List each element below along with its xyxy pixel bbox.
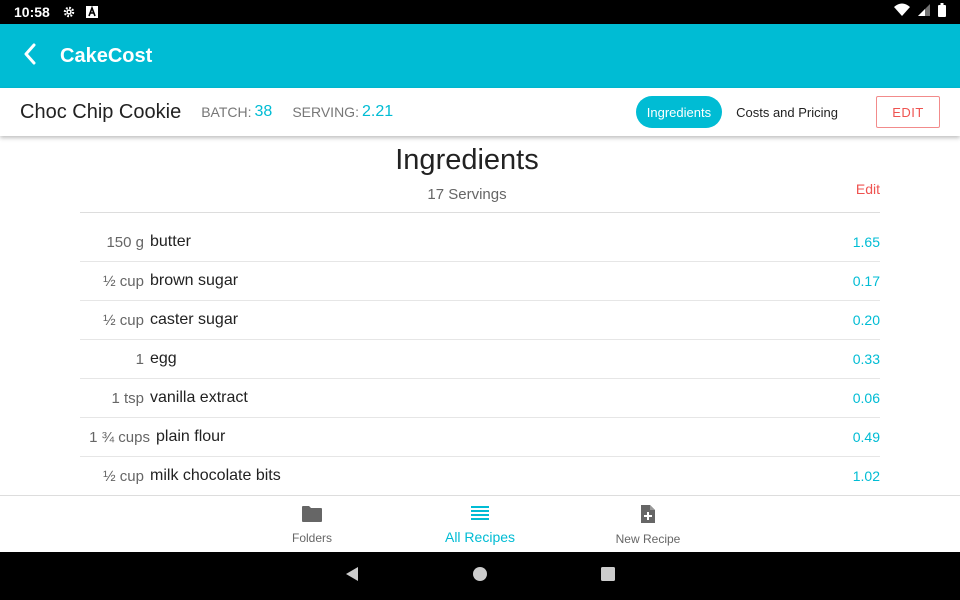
ingredient-cost: 0.20 [852,312,880,328]
back-button[interactable] [0,24,60,88]
battery-icon [938,2,946,22]
servings-count: 17 Servings [427,186,507,203]
folder-icon [301,505,323,528]
recipe-name: Choc Chip Cookie [20,100,182,123]
ingredient-quantity: 150 g [106,233,144,251]
batch-value: 38 [254,103,273,120]
serving-value: 2.21 [361,103,394,120]
ingredient-row[interactable]: ½ cup brown sugar 0.17 [80,262,880,301]
ingredients-panel[interactable]: Ingredients 17 Servings Edit 150 g butte… [0,136,960,495]
ingredient-quantity: ½ cup [103,272,144,290]
signal-icon [918,3,930,21]
ingredient-cost: 1.65 [852,234,880,250]
app-title: CakeCost [60,44,153,67]
edit-ingredients-link[interactable]: Edit [856,181,880,197]
chevron-left-icon [23,43,37,70]
ingredient-quantity: 1 [135,350,144,368]
status-time: 10:58 [14,4,50,20]
ingredient-row[interactable]: 1 tsp vanilla extract 0.06 [80,379,880,418]
ingredient-name: butter [150,233,191,250]
ingredient-quantity: 1 tsp [111,389,144,407]
system-home-button[interactable] [468,564,492,588]
square-recents-icon [600,566,616,587]
system-navigation-bar [0,552,960,600]
font-a-icon [85,6,98,18]
nav-new-recipe[interactable]: New Recipe [588,496,708,553]
settings-gear-icon [62,5,76,19]
system-recents-button[interactable] [596,564,620,588]
list-icon [471,505,489,526]
ingredient-cost: 0.06 [852,390,880,406]
ingredient-cost: 1.02 [852,468,880,484]
nav-folders[interactable]: Folders [252,496,372,553]
ingredient-quantity: ½ cup [103,467,144,485]
ingredient-row[interactable]: 1 ¾ cups plain flour 0.49 [80,418,880,457]
tab-ingredients[interactable]: Ingredients [635,96,723,128]
app-bar: CakeCost [0,24,960,88]
nav-label: All Recipes [444,528,516,545]
ingredient-quantity: 1 ¾ cups [89,428,150,446]
bottom-navigation: Folders All Recipes New Recipe [0,495,960,552]
batch-label: BATCH: [201,104,252,120]
circle-home-icon [472,566,488,587]
status-bar: 10:58 [0,0,960,24]
ingredient-quantity: ½ cup [103,311,144,329]
ingredient-row[interactable]: 1 egg 0.33 [80,340,880,379]
ingredient-name: caster sugar [150,311,239,328]
ingredient-list: 150 g butter 1.65 ½ cup brown sugar 0.17… [80,223,880,495]
ingredient-row[interactable]: ½ cup caster sugar 0.20 [80,301,880,340]
ingredient-cost: 0.17 [852,273,880,289]
system-back-button[interactable] [340,564,364,588]
ingredients-title: Ingredients [395,144,539,176]
ingredient-cost: 0.33 [852,351,880,367]
new-document-icon [640,504,656,529]
ingredient-name: plain flour [156,428,226,445]
ingredient-name: egg [150,350,177,367]
triangle-back-icon [344,566,360,587]
ingredient-name: milk chocolate bits [150,467,281,484]
divider [80,212,880,213]
tab-costs-and-pricing[interactable]: Costs and Pricing [722,96,852,128]
ingredient-name: brown sugar [150,272,239,289]
recipe-header: Choc Chip Cookie BATCH: 38 SERVING: 2.21… [0,88,960,136]
ingredient-name: vanilla extract [150,389,248,406]
ingredient-row[interactable]: 150 g butter 1.65 [80,223,880,262]
wifi-icon [894,3,910,21]
ingredient-row[interactable]: ½ cup milk chocolate bits 1.02 [80,457,880,495]
ingredient-cost: 0.49 [852,429,880,445]
nav-label: Folders [291,530,332,545]
nav-label: New Recipe [615,531,681,546]
serving-label: SERVING: [292,104,359,120]
nav-all-recipes[interactable]: All Recipes [420,496,540,553]
edit-button[interactable]: EDIT [876,96,940,128]
